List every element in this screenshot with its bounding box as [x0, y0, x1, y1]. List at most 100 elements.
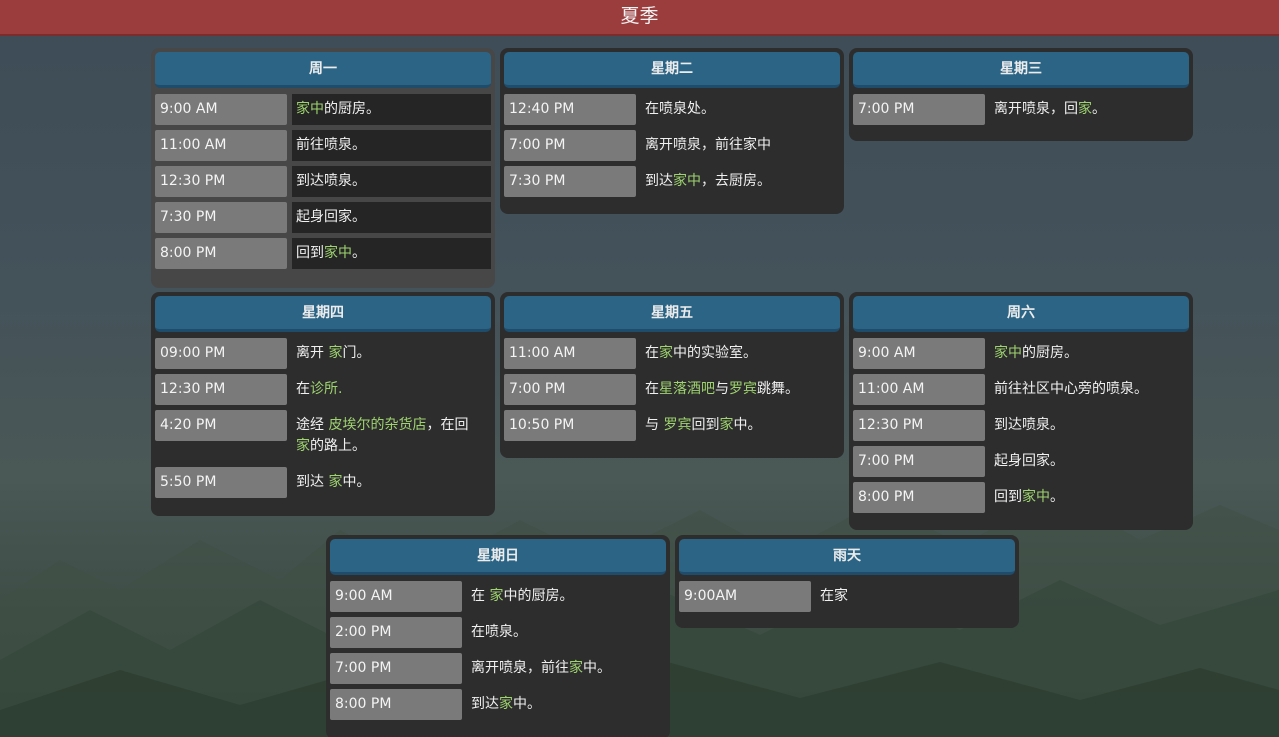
description-cell: 前往社区中心旁的喷泉。: [990, 374, 1189, 405]
description-text: 中。: [583, 660, 611, 676]
schedule-row: 7:00 PM 离开喷泉，前往家中。: [330, 653, 666, 684]
description-cell: 起身回家。: [292, 202, 491, 233]
description-text: 中。: [733, 417, 762, 433]
description-cell: 离开喷泉，回家。: [990, 94, 1189, 125]
time-cell: 4:20 PM: [155, 410, 287, 441]
schedule-row: 9:00 AM 家中的厨房。: [155, 94, 491, 125]
location-link[interactable]: 星落酒吧: [659, 381, 715, 397]
schedule-card-friday[interactable]: 星期五 11:00 AM 在家中的实验室。 7:00 PM 在星落酒吧与罗宾跳舞。 10…: [500, 292, 844, 458]
description-text: 与: [645, 417, 664, 433]
schedule-card-thursday[interactable]: 星期四 09:00 PM 离开 家门。 12:30 PM 在诊所. 4:20 PM 途经 …: [151, 292, 495, 516]
time-cell: 10:50 PM: [504, 410, 636, 441]
description-text: 在喷泉。: [471, 624, 527, 640]
description-cell: 回到家中。: [990, 482, 1189, 513]
location-link[interactable]: 家中: [296, 101, 324, 117]
description-text: 回到: [296, 245, 324, 261]
location-link[interactable]: 诊所.: [310, 381, 342, 397]
description-cell: 到达喷泉。: [292, 166, 491, 197]
description-cell: 到达喷泉。: [990, 410, 1189, 441]
description-text: ，在回: [426, 417, 469, 433]
description-text: 回到: [691, 417, 720, 433]
card-title: 周六: [853, 296, 1189, 332]
schedule-row: 9:00 AM 在 家中的厨房。: [330, 581, 666, 612]
time-cell: 9:00AM: [679, 581, 811, 612]
schedule-row: 12:30 PM 到达喷泉。: [155, 166, 491, 197]
time-cell: 7:00 PM: [504, 130, 636, 161]
description-text: 到达: [471, 696, 499, 712]
description-text: 在: [296, 381, 310, 397]
location-link[interactable]: 家中: [673, 173, 701, 189]
schedule-row: 7:00 PM 离开喷泉，回家。: [853, 94, 1189, 125]
description-text: 在: [645, 345, 659, 361]
schedule-row: 09:00 PM 离开 家门。: [155, 338, 491, 369]
description-cell: 在家: [816, 581, 1015, 612]
location-link[interactable]: 家: [328, 345, 342, 361]
location-link[interactable]: 家: [499, 696, 513, 712]
schedule-card-wednesday[interactable]: 星期三 7:00 PM 离开喷泉，回家。: [849, 48, 1193, 141]
schedule-card-rainy-day[interactable]: 雨天 9:00AM 在家: [675, 535, 1019, 628]
description-cell: 在星落酒吧与罗宾跳舞。: [641, 374, 840, 405]
description-cell: 在喷泉。: [467, 617, 666, 648]
schedule-row: 10:50 PM 与 罗宾回到家中。: [504, 410, 840, 441]
time-cell: 7:30 PM: [155, 202, 287, 233]
schedule-row: 8:00 PM 回到家中。: [853, 482, 1189, 513]
location-link[interactable]: 家: [659, 345, 673, 361]
location-link[interactable]: 家中: [324, 245, 352, 261]
schedule-row: 7:00 PM 离开喷泉，前往家中: [504, 130, 840, 161]
card-title: 星期日: [330, 539, 666, 575]
time-cell: 12:30 PM: [155, 166, 287, 197]
schedule-card-tuesday[interactable]: 星期二 12:40 PM 在喷泉处。 7:00 PM 离开喷泉，前往家中 7:30 PM…: [500, 48, 844, 214]
time-cell: 7:00 PM: [330, 653, 462, 684]
time-cell: 7:00 PM: [853, 446, 985, 477]
location-link[interactable]: 家: [1078, 101, 1092, 117]
description-text: 。: [352, 245, 366, 261]
location-link[interactable]: 家: [328, 474, 342, 490]
time-cell: 8:00 PM: [155, 238, 287, 269]
description-cell: 到达家中，去厨房。: [641, 166, 840, 197]
location-link[interactable]: 家: [719, 417, 733, 433]
description-text: 离开: [296, 345, 329, 361]
location-link[interactable]: 罗宾: [729, 381, 757, 397]
location-link[interactable]: 家中: [1022, 489, 1050, 505]
schedule-row: 11:00 AM 前往社区中心旁的喷泉。: [853, 374, 1189, 405]
card-title: 星期五: [504, 296, 840, 332]
time-cell: 09:00 PM: [155, 338, 287, 369]
description-text: 中的厨房。: [503, 588, 574, 604]
description-text: 到达喷泉。: [296, 173, 366, 189]
description-cell: 到达家中。: [467, 689, 666, 720]
description-cell: 在 家中的厨房。: [467, 581, 666, 612]
schedule-row: 9:00AM 在家: [679, 581, 1015, 612]
description-text: 在家: [820, 588, 848, 604]
schedule-row: 8:00 PM 到达家中。: [330, 689, 666, 720]
time-cell: 2:00 PM: [330, 617, 462, 648]
schedule-card-sunday[interactable]: 星期日 9:00 AM 在 家中的厨房。 2:00 PM 在喷泉。 7:00 PM 离开喷…: [326, 535, 670, 737]
description-text: 的路上。: [310, 438, 366, 454]
time-cell: 11:00 AM: [155, 130, 287, 161]
description-text: ，去厨房。: [701, 173, 771, 189]
description-text: 。: [1050, 489, 1064, 505]
card-title: 星期二: [504, 52, 840, 88]
location-link[interactable]: 家: [296, 438, 310, 454]
description-text: 前往喷泉。: [296, 137, 366, 153]
time-cell: 11:00 AM: [504, 338, 636, 369]
description-text: 中。: [342, 474, 371, 490]
location-link[interactable]: 家: [489, 588, 503, 604]
schedule-card-monday[interactable]: 周一 9:00 AM 家中的厨房。 11:00 AM 前往喷泉。 12:30 PM 到达喷…: [151, 48, 495, 288]
description-cell: 到达 家中。: [292, 467, 491, 498]
schedule-card-saturday[interactable]: 周六 9:00 AM 家中的厨房。 11:00 AM 前往社区中心旁的喷泉。 12:30…: [849, 292, 1193, 530]
schedule-row: 5:50 PM 到达 家中。: [155, 467, 491, 498]
description-cell: 在诊所.: [292, 374, 491, 405]
location-link[interactable]: 家: [569, 660, 583, 676]
location-link[interactable]: 罗宾: [663, 417, 691, 433]
description-cell: 家中的厨房。: [292, 94, 491, 125]
description-cell: 途经 皮埃尔的杂货店，在回 家的路上。: [292, 410, 491, 462]
description-text: 离开喷泉，回: [994, 101, 1078, 117]
schedule-row: 9:00 AM 家中的厨房。: [853, 338, 1189, 369]
location-link[interactable]: 家中: [994, 345, 1022, 361]
page-title: 夏季: [0, 0, 1279, 36]
schedule-row: 11:00 AM 在家中的实验室。: [504, 338, 840, 369]
location-link[interactable]: 皮埃尔的杂货店: [328, 417, 426, 433]
card-title: 星期四: [155, 296, 491, 332]
time-cell: 12:30 PM: [155, 374, 287, 405]
description-text: 起身回家。: [296, 209, 366, 225]
